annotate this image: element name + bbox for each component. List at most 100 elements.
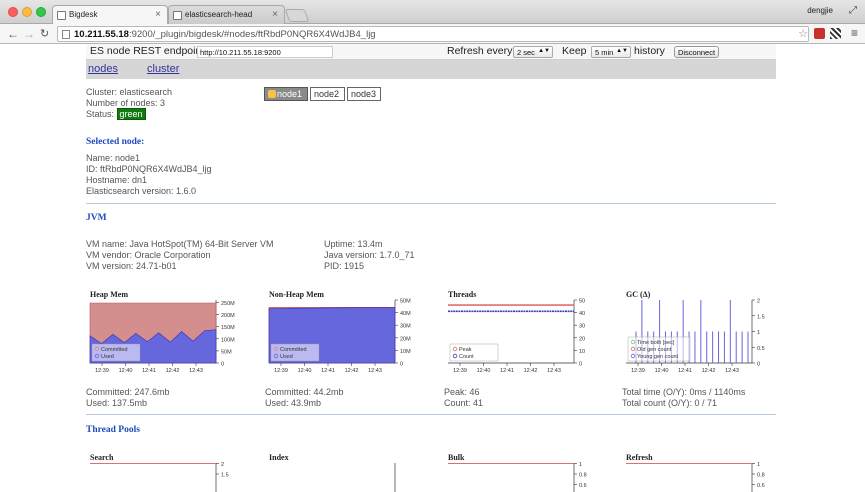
legend-label: Old gen count — [637, 347, 672, 353]
y-tick-label: 30M — [400, 324, 411, 330]
node-button-label: node1 — [277, 89, 303, 99]
disconnect-button[interactable]: Disconnect — [674, 46, 719, 58]
node-button-node3[interactable]: node3 — [347, 87, 381, 101]
x-tick-label: 12:42 — [345, 368, 359, 374]
profile-name[interactable]: dengjie — [807, 6, 833, 15]
chevron-updown-icon: ▲▼ — [538, 48, 550, 54]
x-tick-label: 12:40 — [477, 368, 491, 374]
refresh-interval-value: 2 sec — [517, 48, 535, 57]
threads-peak: Peak: 46 — [444, 387, 480, 397]
thread-pools-title: Thread Pools — [86, 425, 140, 435]
y-tick-label: 100M — [221, 337, 235, 343]
page-icon — [173, 11, 182, 20]
x-tick-label: 12:39 — [631, 368, 645, 374]
endpoint-input[interactable] — [197, 46, 333, 58]
x-tick-label: 12:39 — [453, 368, 467, 374]
selected-node-title: Selected node: — [86, 137, 145, 147]
new-tab-button[interactable] — [284, 9, 310, 22]
legend-box — [449, 343, 499, 362]
extension-icon[interactable] — [814, 28, 825, 39]
y-tick-label: 20M — [400, 336, 411, 342]
cluster-name: Cluster: elasticsearch — [86, 87, 173, 97]
x-tick-label: 12:41 — [321, 368, 335, 374]
y-tick-label: 250M — [221, 301, 235, 307]
address-bar[interactable]: 10.211.55.18:9200/_plugin/bigdesk/#nodes… — [57, 26, 809, 42]
y-tick-label: 40 — [579, 311, 585, 317]
non-heap-mem-chart: 0 10M 20M 30M 40M 50M 12:39 12:40 12:41 12:42 12:4… — [268, 299, 411, 374]
bookmark-star-icon[interactable]: ☆ — [798, 27, 808, 40]
node-es-version: Elasticsearch version: 1.6.0 — [86, 186, 197, 196]
y-tick-label: 0.6 — [579, 483, 587, 489]
jvm-title: JVM — [86, 213, 107, 223]
endpoint-label: ES node REST endpoint — [90, 45, 205, 57]
back-arrow-icon[interactable]: ← — [7, 27, 19, 41]
index-pool-chart — [394, 463, 396, 492]
vm-name: VM name: Java HotSpot(TM) 64-Bit Server … — [86, 239, 274, 249]
y-tick-label: 0.8 — [579, 473, 587, 479]
x-tick-label: 12:41 — [500, 368, 514, 374]
y-tick-label: 1.5 — [757, 314, 765, 320]
y-tick-label: 50 — [579, 299, 585, 305]
nav-cluster-link[interactable]: cluster — [147, 63, 179, 75]
y-tick-label: 2 — [221, 462, 224, 468]
close-tab-icon[interactable]: × — [155, 9, 161, 20]
x-tick-label: 12:40 — [655, 368, 669, 374]
close-tab-icon[interactable]: × — [272, 9, 278, 20]
history-length-value: 5 min — [595, 48, 614, 57]
refresh-label: Refresh every — [447, 45, 513, 57]
url-path: :9200/_plugin/bigdesk/#nodes/ftRbdP0NQR6… — [128, 29, 376, 40]
node-hostname: Hostname: dn1 — [86, 175, 148, 185]
browser-toolbar: ← → ↻ 10.211.55.18:9200/_plugin/bigdesk/… — [0, 24, 865, 44]
forward-arrow-icon[interactable]: → — [23, 27, 35, 41]
nav-nodes-link[interactable]: nodes — [88, 63, 118, 75]
jvm-uptime: Uptime: 13.4m — [324, 239, 383, 249]
y-tick-label: 10M — [400, 349, 411, 355]
heap-committed: Committed: 247.6mb — [86, 387, 170, 397]
y-tick-label: 50M — [221, 349, 232, 355]
y-tick-label: 30 — [579, 324, 585, 330]
tab-bigdesk[interactable]: Bigdesk × — [52, 5, 168, 25]
fullscreen-icon[interactable]: ⤢ — [849, 5, 857, 16]
keep-label: Keep — [562, 45, 587, 57]
y-tick-label: 1 — [579, 462, 582, 468]
refresh-interval-select[interactable]: 2 sec ▲▼ — [513, 46, 553, 58]
browser-tab-bar: Bigdesk × elasticsearch-head × dengjie ⤢ — [0, 0, 865, 25]
gc-total-time: Total time (O/Y): 0ms / 1140ms — [622, 387, 746, 397]
node-id: ID: ftRbdP0NQR6X4WdJB4_ljg — [86, 164, 212, 174]
history-label: history — [634, 45, 665, 57]
x-tick-label: 12:43 — [725, 368, 739, 374]
y-tick-label: 0.8 — [757, 473, 765, 479]
legend-label: Used — [280, 354, 293, 360]
tab-label: Bigdesk — [69, 10, 98, 19]
node-button-node2[interactable]: node2 — [310, 87, 345, 101]
master-node-icon — [268, 90, 276, 98]
reload-icon[interactable]: ↻ — [40, 27, 49, 41]
x-tick-label: 12:43 — [189, 368, 203, 374]
node-button-node1[interactable]: node1 — [264, 87, 308, 101]
tab-elasticsearch-head[interactable]: elasticsearch-head × — [168, 5, 285, 24]
non-heap-used: Used: 43.9mb — [265, 398, 322, 408]
qr-code-icon[interactable] — [830, 28, 841, 39]
refresh-pool-chart: 1 0.8 0.6 — [626, 462, 765, 492]
tab-label: elasticsearch-head — [185, 10, 253, 19]
y-tick-label: 0.6 — [757, 483, 765, 489]
y-tick-label: 1.5 — [221, 473, 229, 479]
close-window-icon[interactable] — [8, 7, 18, 17]
url-host: 10.211.55.18 — [74, 29, 129, 40]
menu-icon[interactable]: ≡ — [851, 26, 858, 40]
legend-label: Young gen count — [637, 354, 679, 360]
y-tick-label: 200M — [221, 313, 235, 319]
zoom-window-icon[interactable] — [36, 7, 46, 17]
y-tick-label: 40M — [400, 311, 411, 317]
legend-label: Committed — [280, 347, 307, 353]
minimize-window-icon[interactable] — [22, 7, 32, 17]
node-name: Name: node1 — [86, 153, 141, 163]
bulk-pool-chart: 1 0.8 0.6 — [448, 462, 587, 492]
x-tick-label: 12:41 — [678, 368, 692, 374]
history-length-select[interactable]: 5 min ▲▼ — [591, 46, 631, 58]
legend-label: Used — [101, 354, 114, 360]
y-tick-label: 150M — [221, 325, 235, 331]
y-tick-label: 1 — [757, 330, 760, 336]
y-tick-label: 0 — [221, 362, 224, 368]
x-tick-label: 12:39 — [95, 368, 109, 374]
